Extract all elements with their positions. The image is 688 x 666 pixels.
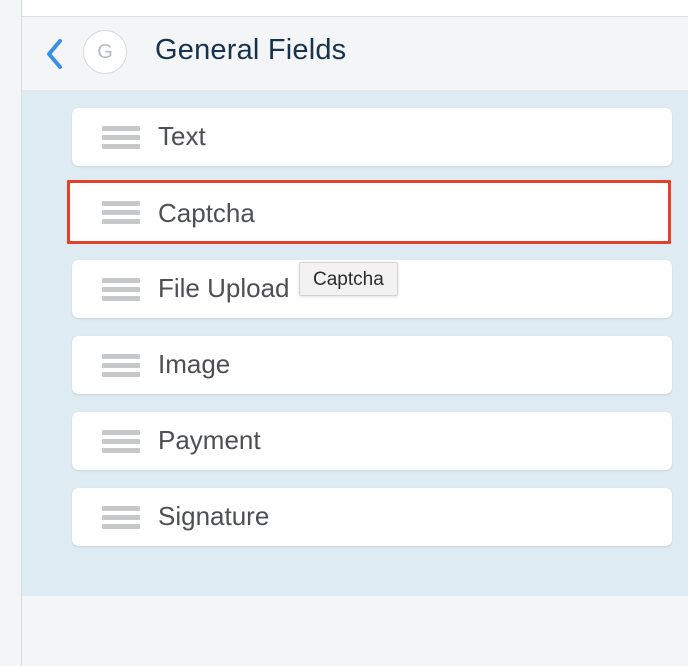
tooltip: Captcha — [299, 262, 398, 296]
fields-list: Text Captcha File Upload Image Payment S… — [22, 90, 688, 596]
left-sidebar-strip — [0, 0, 22, 666]
drag-handle-icon[interactable] — [102, 430, 140, 453]
group-avatar-letter: G — [97, 40, 113, 63]
top-bar — [22, 0, 688, 17]
field-label: File Upload — [158, 273, 290, 303]
panel-header: G General Fields — [22, 17, 688, 90]
field-label: Payment — [158, 425, 261, 455]
field-item-signature[interactable]: Signature — [72, 488, 672, 546]
drag-handle-icon[interactable] — [102, 278, 140, 301]
field-label: Captcha — [158, 198, 255, 228]
field-label: Signature — [158, 501, 270, 531]
drag-handle-icon[interactable] — [102, 506, 140, 529]
back-button[interactable] — [44, 38, 68, 70]
field-item-text[interactable]: Text — [72, 108, 672, 166]
field-label: Image — [158, 349, 231, 379]
drag-handle-icon[interactable] — [102, 126, 140, 149]
field-label: Text — [158, 121, 206, 151]
field-item-captcha[interactable]: Captcha — [67, 180, 671, 244]
drag-handle-icon[interactable] — [102, 201, 140, 224]
field-item-image[interactable]: Image — [72, 336, 672, 394]
field-item-payment[interactable]: Payment — [72, 412, 672, 470]
group-avatar: G — [83, 30, 127, 74]
drag-handle-icon[interactable] — [102, 354, 140, 377]
page-title: General Fields — [155, 34, 347, 66]
chevron-left-icon — [47, 39, 62, 69]
